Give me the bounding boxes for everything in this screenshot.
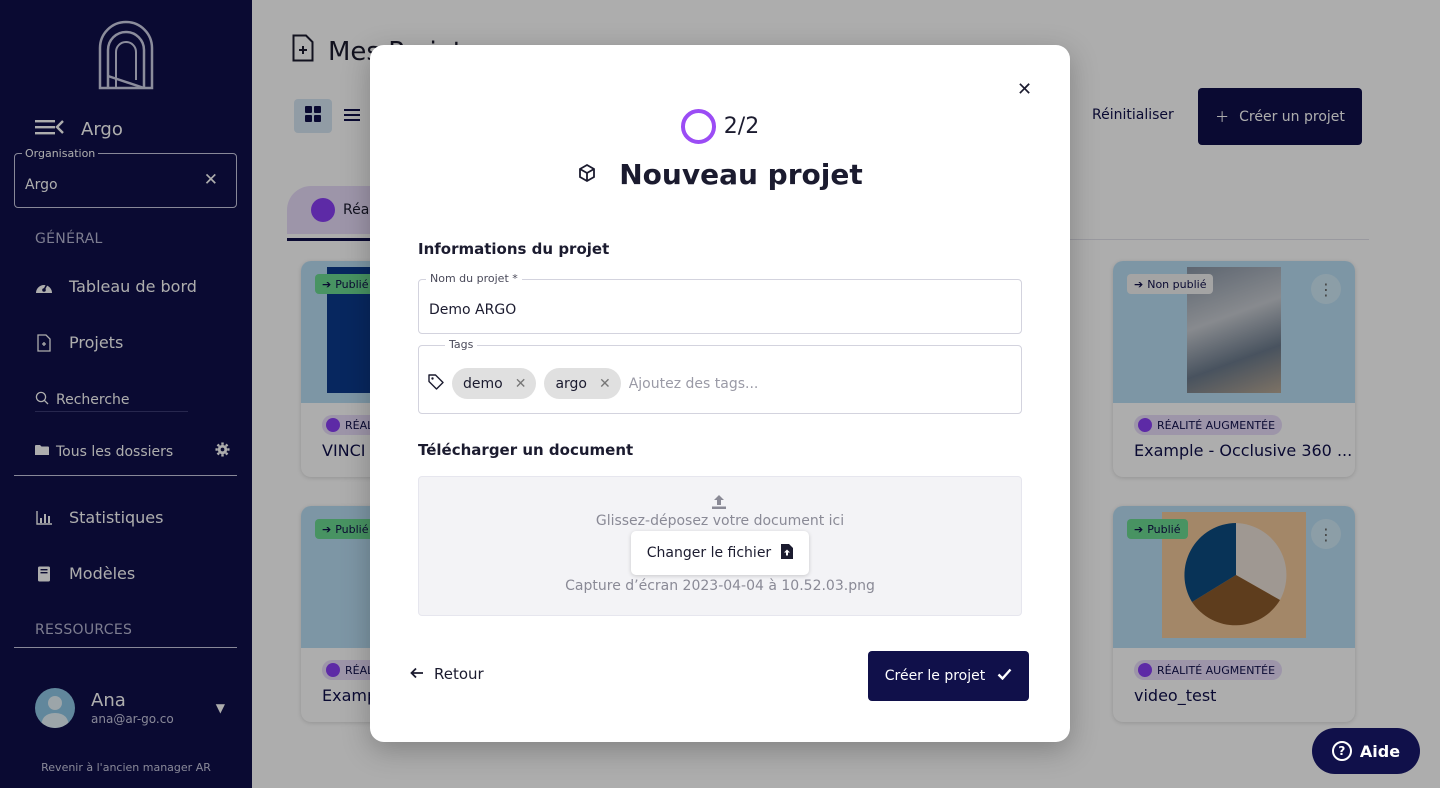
remove-tag-icon[interactable]: ✕ bbox=[599, 376, 611, 392]
remove-tag-icon[interactable]: ✕ bbox=[515, 376, 527, 392]
project-info-heading: Informations du projet bbox=[418, 240, 610, 258]
new-project-dialog: ✕ 2/2 Nouveau projet Informations du pro… bbox=[370, 45, 1070, 742]
tag-icon bbox=[428, 373, 444, 394]
file-dropzone[interactable]: Glissez-déposez votre document ici Chang… bbox=[418, 476, 1022, 616]
tags-field[interactable]: Tags demo ✕ argo ✕ bbox=[418, 338, 1022, 414]
tag-chip[interactable]: demo ✕ bbox=[452, 368, 537, 399]
tags-input[interactable] bbox=[628, 375, 859, 392]
tag-chip[interactable]: argo ✕ bbox=[544, 368, 621, 399]
upload-icon bbox=[711, 494, 727, 514]
tags-row: demo ✕ argo ✕ bbox=[428, 368, 859, 399]
help-icon: ? bbox=[1331, 741, 1352, 761]
project-name-label: Nom du projet * bbox=[426, 272, 522, 285]
change-file-label: Changer le fichier bbox=[646, 545, 772, 561]
modal-title: Nouveau projet bbox=[619, 158, 863, 191]
project-name-field[interactable]: Nom du projet * Demo ARGO bbox=[418, 272, 1022, 334]
step-text: 2/2 bbox=[723, 114, 760, 139]
dropzone-hint: Glissez-déposez votre document ici bbox=[595, 513, 845, 529]
check-icon bbox=[997, 668, 1012, 684]
arrow-left-icon bbox=[410, 665, 424, 683]
cube-icon bbox=[577, 163, 597, 187]
project-name-value[interactable]: Demo ARGO bbox=[429, 302, 516, 318]
back-button[interactable]: Retour bbox=[410, 665, 484, 683]
selected-file-name: Capture d’écran 2023-04-04 à 10.52.03.pn… bbox=[565, 578, 875, 594]
tags-label: Tags bbox=[445, 338, 478, 351]
submit-label: Créer le projet bbox=[884, 668, 986, 684]
change-file-button[interactable]: Changer le fichier bbox=[631, 531, 809, 575]
step-progress-ring bbox=[680, 109, 716, 144]
help-label: Aide bbox=[1359, 741, 1401, 761]
file-upload-icon bbox=[781, 543, 794, 563]
create-project-submit-button[interactable]: Créer le projet bbox=[868, 651, 1029, 701]
tag-label: demo bbox=[463, 375, 503, 392]
step-indicator: 2/2 bbox=[370, 109, 1070, 144]
modal-header: Nouveau projet bbox=[370, 158, 1070, 191]
back-label: Retour bbox=[434, 665, 484, 683]
tag-label: argo bbox=[555, 375, 587, 392]
help-button[interactable]: ? Aide bbox=[1312, 728, 1420, 774]
upload-heading: Télécharger un document bbox=[418, 441, 634, 459]
close-icon[interactable]: ✕ bbox=[1017, 79, 1032, 100]
